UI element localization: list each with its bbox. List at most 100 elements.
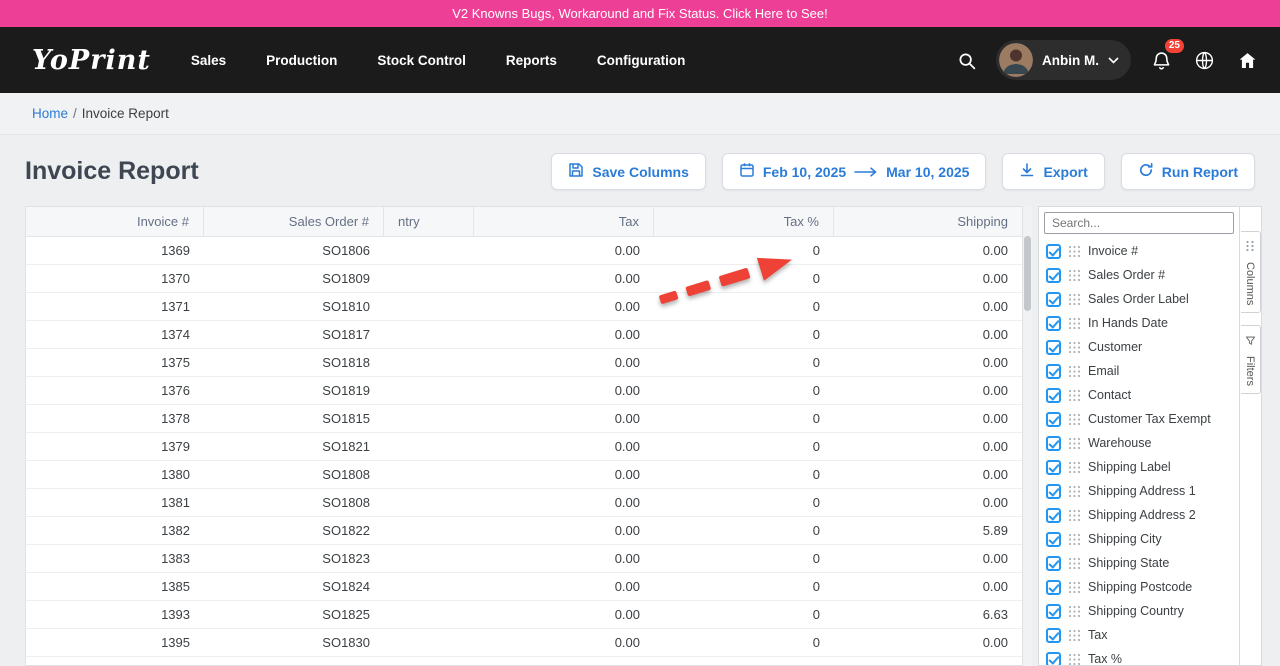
column-checkbox[interactable] [1046, 436, 1061, 451]
logo[interactable]: YoPrint [32, 45, 151, 76]
column-list-item[interactable]: Contact [1039, 383, 1239, 407]
column-header[interactable]: Tax [474, 207, 654, 236]
column-header[interactable]: ntry [384, 207, 474, 236]
nav-item-production[interactable]: Production [266, 53, 337, 68]
column-list-item[interactable]: Shipping State [1039, 551, 1239, 575]
column-checkbox[interactable] [1046, 412, 1061, 427]
table-row[interactable]: 1380SO18080.0000.00 [26, 461, 1022, 489]
column-checkbox[interactable] [1046, 316, 1061, 331]
table-row[interactable]: 1385SO18240.0000.00 [26, 573, 1022, 601]
drag-handle-icon[interactable] [1068, 293, 1081, 306]
user-menu[interactable]: Anbin M. [996, 40, 1131, 80]
column-checkbox[interactable] [1046, 364, 1061, 379]
tab-filters-label: Filters [1244, 356, 1256, 386]
column-checkbox[interactable] [1046, 532, 1061, 547]
column-list-item[interactable]: Invoice # [1039, 239, 1239, 263]
drag-handle-icon[interactable] [1068, 437, 1081, 450]
column-list-item[interactable]: Sales Order # [1039, 263, 1239, 287]
drag-handle-icon[interactable] [1068, 389, 1081, 402]
column-list-item[interactable]: Shipping Address 1 [1039, 479, 1239, 503]
nav-item-sales[interactable]: Sales [191, 53, 226, 68]
column-checkbox[interactable] [1046, 460, 1061, 475]
column-list-item[interactable]: Customer [1039, 335, 1239, 359]
column-list-item[interactable]: Shipping Postcode [1039, 575, 1239, 599]
table-row[interactable]: 1395SO18300.0000.00 [26, 629, 1022, 657]
drag-handle-icon[interactable] [1068, 557, 1081, 570]
column-list-item[interactable]: Email [1039, 359, 1239, 383]
column-list-item[interactable]: Shipping Country [1039, 599, 1239, 623]
table-scrollbar[interactable] [1023, 206, 1032, 666]
table-row[interactable]: 1393SO18250.0006.63 [26, 601, 1022, 629]
home-icon[interactable] [1234, 47, 1260, 73]
column-checkbox[interactable] [1046, 652, 1061, 666]
column-checkbox[interactable] [1046, 580, 1061, 595]
column-checkbox[interactable] [1046, 508, 1061, 523]
column-checkbox[interactable] [1046, 292, 1061, 307]
column-header[interactable]: Shipping [834, 207, 1022, 236]
export-button[interactable]: Export [1002, 153, 1104, 190]
breadcrumb-home[interactable]: Home [32, 106, 68, 121]
column-list-item[interactable]: Tax % [1039, 647, 1239, 665]
drag-handle-icon[interactable] [1068, 365, 1081, 378]
nav-item-configuration[interactable]: Configuration [597, 53, 685, 68]
search-icon[interactable] [953, 47, 979, 73]
drag-handle-icon[interactable] [1068, 341, 1081, 354]
tab-filters[interactable]: Filters [1241, 325, 1261, 394]
column-checkbox[interactable] [1046, 556, 1061, 571]
table-row[interactable]: 1376SO18190.0000.00 [26, 377, 1022, 405]
table-cell: SO1821 [204, 433, 384, 460]
table-row[interactable]: 1374SO18170.0000.00 [26, 321, 1022, 349]
column-search-input[interactable] [1044, 212, 1234, 234]
column-header[interactable]: Sales Order # [204, 207, 384, 236]
table-row[interactable]: 1369SO18060.0000.00 [26, 237, 1022, 265]
date-range-button[interactable]: Feb 10, 2025 Mar 10, 2025 [722, 153, 987, 190]
drag-handle-icon[interactable] [1068, 581, 1081, 594]
column-list-item[interactable]: Sales Order Label [1039, 287, 1239, 311]
drag-handle-icon[interactable] [1068, 509, 1081, 522]
column-checkbox[interactable] [1046, 268, 1061, 283]
drag-handle-icon[interactable] [1068, 413, 1081, 426]
column-checkbox[interactable] [1046, 628, 1061, 643]
drag-handle-icon[interactable] [1068, 245, 1081, 258]
run-report-button[interactable]: Run Report [1121, 153, 1255, 190]
drag-handle-icon[interactable] [1068, 461, 1081, 474]
drag-handle-icon[interactable] [1068, 485, 1081, 498]
table-row[interactable]: 1375SO18180.0000.00 [26, 349, 1022, 377]
column-checkbox[interactable] [1046, 244, 1061, 259]
tab-columns-label: Columns [1244, 262, 1256, 305]
scrollbar-thumb[interactable] [1024, 236, 1031, 311]
column-list-item[interactable]: Shipping Address 2 [1039, 503, 1239, 527]
table-row[interactable]: 1381SO18080.0000.00 [26, 489, 1022, 517]
column-checkbox[interactable] [1046, 388, 1061, 403]
column-list-item[interactable]: Warehouse [1039, 431, 1239, 455]
column-list-item[interactable]: Customer Tax Exempt [1039, 407, 1239, 431]
column-header[interactable]: Tax % [654, 207, 834, 236]
drag-handle-icon[interactable] [1068, 629, 1081, 642]
table-row[interactable]: 1378SO18150.0000.00 [26, 405, 1022, 433]
drag-handle-icon[interactable] [1068, 605, 1081, 618]
nav-item-reports[interactable]: Reports [506, 53, 557, 68]
drag-handle-icon[interactable] [1068, 533, 1081, 546]
nav-item-stock-control[interactable]: Stock Control [377, 53, 466, 68]
column-list-item[interactable]: Shipping City [1039, 527, 1239, 551]
column-checkbox[interactable] [1046, 484, 1061, 499]
table-row[interactable]: 1382SO18220.0005.89 [26, 517, 1022, 545]
table-row[interactable]: 1383SO18230.0000.00 [26, 545, 1022, 573]
globe-icon[interactable] [1191, 47, 1217, 73]
table-row[interactable]: 1379SO18210.0000.00 [26, 433, 1022, 461]
column-list-item[interactable]: In Hands Date [1039, 311, 1239, 335]
drag-handle-icon[interactable] [1068, 269, 1081, 282]
save-columns-button[interactable]: Save Columns [551, 153, 705, 190]
column-checkbox[interactable] [1046, 340, 1061, 355]
table-row[interactable]: 1371SO18100.0000.00 [26, 293, 1022, 321]
announcement-banner[interactable]: V2 Knowns Bugs, Workaround and Fix Statu… [0, 0, 1280, 27]
notifications-button[interactable]: 25 [1148, 47, 1174, 73]
column-list-item[interactable]: Tax [1039, 623, 1239, 647]
column-checkbox[interactable] [1046, 604, 1061, 619]
table-row[interactable]: 1370SO18090.0000.00 [26, 265, 1022, 293]
tab-columns[interactable]: Columns [1241, 231, 1261, 313]
drag-handle-icon[interactable] [1068, 317, 1081, 330]
drag-handle-icon[interactable] [1068, 653, 1081, 666]
column-list-item[interactable]: Shipping Label [1039, 455, 1239, 479]
column-header[interactable]: Invoice # [26, 207, 204, 236]
